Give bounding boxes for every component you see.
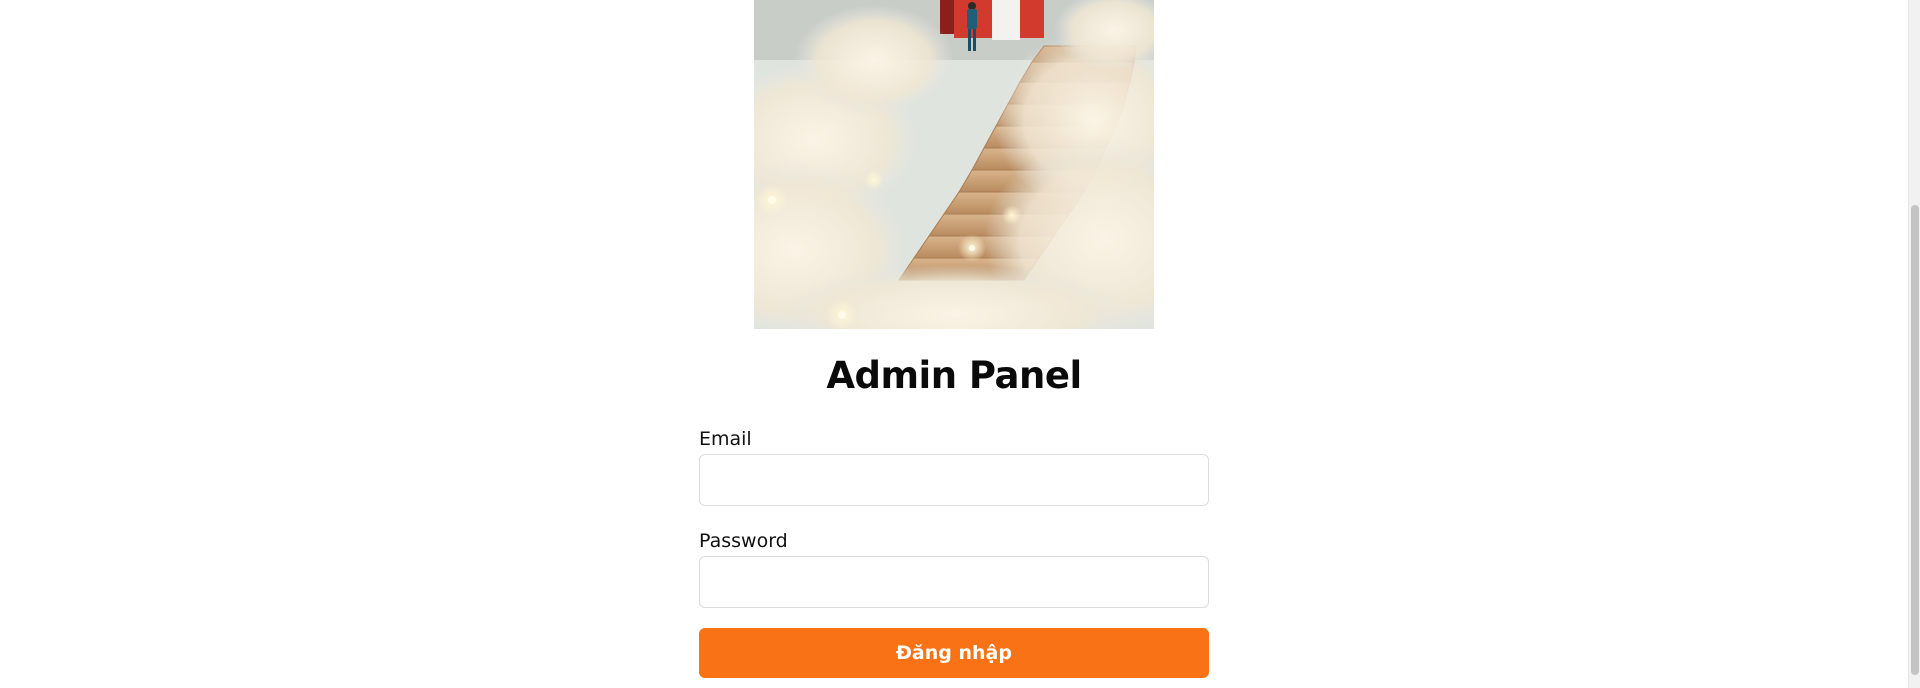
hero-image bbox=[754, 0, 1154, 329]
login-page: Admin Panel Email Password Đăng nhập bbox=[0, 0, 1920, 688]
scrollbar-thumb[interactable] bbox=[1911, 205, 1919, 675]
email-label: Email bbox=[699, 428, 752, 450]
staircase-illustration bbox=[754, 0, 1154, 329]
page-scrollbar[interactable] bbox=[1908, 0, 1920, 688]
password-label: Password bbox=[699, 530, 788, 552]
page-title: Admin Panel bbox=[826, 354, 1082, 397]
email-field[interactable] bbox=[699, 454, 1209, 506]
login-button[interactable]: Đăng nhập bbox=[699, 628, 1209, 678]
password-field[interactable] bbox=[699, 556, 1209, 608]
